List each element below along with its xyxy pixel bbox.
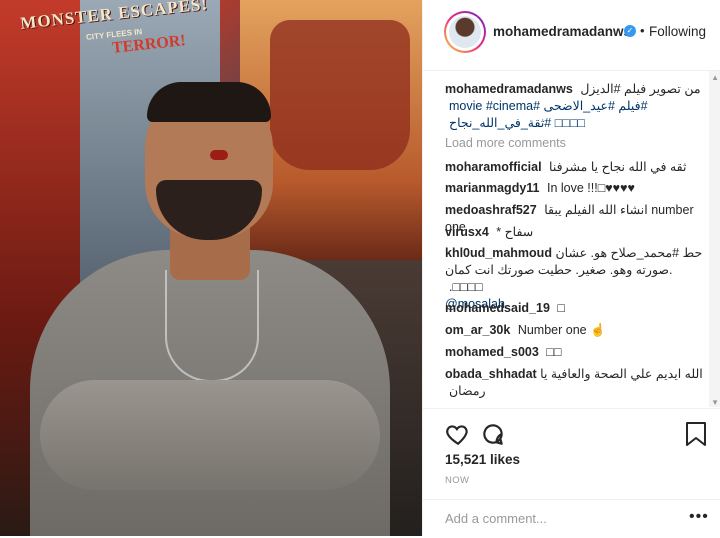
comments-scrollbar[interactable]	[709, 71, 720, 407]
post-photo: MONSTER ESCAPES! CITY FLEES IN TERROR!	[0, 0, 422, 536]
caption: mohamedramadanws من تصوير فيلم #الديزل #…	[445, 81, 703, 132]
comment-text: Number one ☝	[517, 323, 606, 337]
bookmark-icon[interactable]	[685, 421, 707, 447]
person-crossed-arms	[40, 380, 380, 490]
comment-username[interactable]: marianmagdy11	[445, 181, 540, 195]
comment-username[interactable]: mohamedsaid_19	[445, 301, 550, 315]
comment-bubble-icon[interactable]	[480, 421, 506, 447]
following-button[interactable]: Following	[649, 24, 706, 39]
blood-mark	[210, 150, 228, 160]
comment-username[interactable]: khl0ud_mahmoud	[445, 246, 552, 260]
comment-item: virusx4 سفاح *	[445, 224, 703, 241]
person-hair	[147, 82, 271, 122]
header-separator: •	[640, 23, 645, 38]
comment-text: In love !!!□♥♥♥♥	[546, 181, 635, 195]
comment-item: obada_shhadat الله ايديم علي الصحة والعا…	[445, 366, 703, 400]
comment-text: □	[557, 301, 565, 315]
avatar[interactable]	[444, 11, 486, 53]
caption-username[interactable]: mohamedramadanws	[445, 82, 573, 96]
poster-fist-art	[270, 20, 410, 170]
comment-username[interactable]: virusx4	[445, 225, 489, 239]
comment-item: marianmagdy11 In love !!!□♥♥♥♥	[445, 180, 703, 197]
comment-username[interactable]: om_ar_30k	[445, 323, 510, 337]
comment-text: ثقه في الله نجاح يا مشرفنا	[549, 160, 687, 174]
caption-line-3[interactable]: □□□□ #ثقة_في_الله_نجاح	[449, 116, 585, 130]
scroll-down-arrow-icon[interactable]: ▼	[711, 398, 719, 407]
comment-item: mohamedsaid_19 □	[445, 300, 703, 317]
comment-text: □□	[546, 345, 562, 359]
comment-item: moharamofficial ثقه في الله نجاح يا مشرف…	[445, 159, 703, 176]
instagram-post-modal: MONSTER ESCAPES! CITY FLEES IN TERROR! m…	[0, 0, 720, 536]
comment-username[interactable]: medoashraf527	[445, 203, 537, 217]
avatar-image	[449, 16, 481, 48]
verified-badge-icon: ✓	[624, 25, 636, 37]
post-header: mohamedramadanws ✓ • Following	[423, 0, 720, 71]
post-timestamp[interactable]: NOW	[445, 475, 469, 486]
post-actions: 15,521 likes NOW Add a comment... •••	[423, 408, 720, 537]
comments-list[interactable]: mohamedramadanws من تصوير فيلم #الديزل #…	[423, 71, 720, 407]
necklace-chain	[165, 270, 259, 382]
comment-username[interactable]: mohamed_s003	[445, 345, 539, 359]
post-side-panel: mohamedramadanws ✓ • Following mohamedra…	[422, 0, 720, 536]
heart-icon[interactable]	[445, 421, 471, 447]
comment-username[interactable]: obada_shhadat	[445, 367, 537, 381]
comment-text: سفاح *	[496, 225, 534, 239]
scroll-up-arrow-icon[interactable]: ▲	[711, 73, 719, 82]
likes-count[interactable]: 15,521 likes	[445, 452, 520, 467]
comment-username[interactable]: moharamofficial	[445, 160, 542, 174]
caption-line-2[interactable]: #فيلم #عيد_الاضحى #movie #cinema	[449, 99, 648, 113]
avatar-ring-inner	[446, 13, 484, 51]
more-options-icon[interactable]: •••	[689, 508, 709, 526]
header-username[interactable]: mohamedramadanws	[493, 24, 631, 39]
add-comment-input[interactable]: Add a comment...	[445, 511, 547, 526]
caption-line-1: من تصوير فيلم #الديزل	[580, 82, 701, 96]
add-comment-bar: Add a comment... •••	[423, 499, 720, 538]
load-more-comments[interactable]: Load more comments	[445, 136, 566, 150]
comment-item: mohamed_s003 □□	[445, 344, 703, 361]
comment-item: om_ar_30k Number one ☝	[445, 322, 703, 339]
